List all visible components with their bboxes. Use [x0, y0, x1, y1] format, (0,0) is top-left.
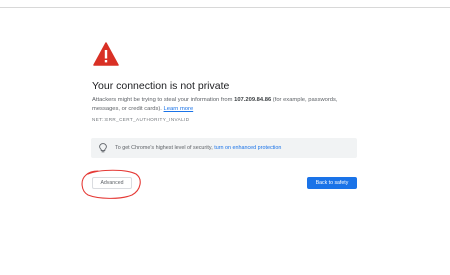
- page-title: Your connection is not private: [92, 80, 230, 92]
- lightbulb-icon: [99, 143, 107, 153]
- error-description: Attackers might be trying to steal your …: [92, 96, 362, 113]
- protection-message: To get Chrome's highest level of securit…: [115, 144, 215, 151]
- privacy-error-page: Your connection is not private Attackers…: [0, 0, 450, 275]
- advanced-button[interactable]: Advanced: [92, 177, 132, 189]
- host-address: 107.209.84.86: [234, 97, 272, 103]
- protection-text: To get Chrome's highest level of securit…: [115, 145, 281, 151]
- description-prefix: Attackers might be trying to steal your …: [92, 97, 235, 103]
- learn-more-link[interactable]: Learn more: [164, 106, 194, 112]
- warning-triangle-icon: [93, 42, 119, 66]
- enhanced-protection-box: To get Chrome's highest level of securit…: [91, 138, 357, 158]
- error-code[interactable]: NET::ERR_CERT_AUTHORITY_INVALID: [92, 117, 190, 122]
- enhanced-protection-link[interactable]: turn on enhanced protection: [214, 145, 281, 151]
- back-to-safety-button[interactable]: Back to safety: [307, 177, 357, 189]
